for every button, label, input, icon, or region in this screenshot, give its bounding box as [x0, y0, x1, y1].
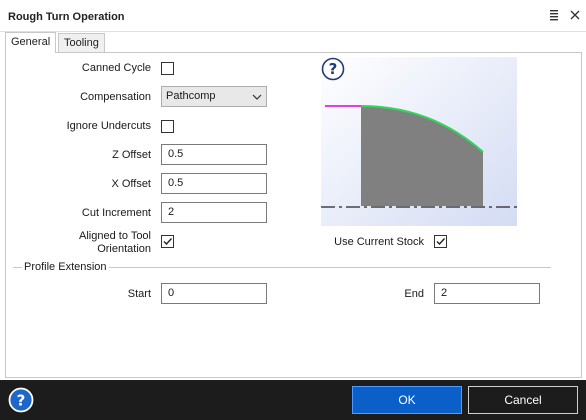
z-offset-input[interactable]: 0.5 [161, 144, 267, 165]
cancel-button[interactable]: Cancel [468, 386, 578, 414]
profile-extension-title: Profile Extension [22, 261, 109, 273]
compensation-select[interactable]: Pathcomp [161, 86, 267, 107]
canned-cycle-checkbox[interactable] [161, 62, 174, 75]
window-title: Rough Turn Operation [8, 11, 125, 23]
ignore-undercuts-label: Ignore Undercuts [66, 120, 151, 132]
z-offset-label: Z Offset [112, 149, 151, 161]
check-icon [436, 238, 446, 246]
svg-text:?: ? [329, 60, 338, 78]
question-icon[interactable]: ? [321, 57, 345, 81]
use-current-stock-label: Use Current Stock [334, 236, 424, 248]
end-input[interactable]: 2 [434, 283, 540, 304]
title-bar: Rough Turn Operation [0, 0, 586, 32]
aligned-to-tool-label-line1: Aligned to Tool [79, 230, 151, 242]
canned-cycle-label: Canned Cycle [81, 62, 151, 74]
ignore-undercuts-checkbox[interactable] [161, 120, 174, 133]
tab-general[interactable]: General [5, 32, 57, 53]
help-icon[interactable]: ? [8, 387, 34, 413]
compensation-value: Pathcomp [166, 90, 216, 102]
start-input[interactable]: 0 [161, 283, 267, 304]
compensation-label: Compensation [80, 91, 151, 103]
svg-text:?: ? [17, 392, 26, 410]
use-current-stock-checkbox[interactable] [434, 235, 447, 248]
end-label: End [404, 288, 424, 300]
x-offset-label: X Offset [111, 178, 151, 190]
aligned-to-tool-checkbox[interactable] [161, 235, 174, 248]
cut-increment-label: Cut Increment [81, 207, 151, 219]
aligned-to-tool-label: Aligned to Tool Orientation [40, 230, 151, 256]
cut-increment-input[interactable]: 2 [161, 202, 267, 223]
x-offset-input[interactable]: 0.5 [161, 173, 267, 194]
tab-tooling[interactable]: Tooling [58, 33, 105, 52]
chevron-down-icon [252, 92, 262, 104]
hamburger-icon[interactable] [545, 6, 563, 24]
dialog-footer: ? OK Cancel [0, 380, 586, 420]
aligned-to-tool-label-line2: Orientation [97, 243, 151, 255]
ok-button[interactable]: OK [352, 386, 462, 414]
check-icon [163, 238, 173, 246]
rough-turn-preview [321, 57, 517, 226]
close-icon[interactable] [566, 6, 584, 24]
start-label: Start [127, 288, 151, 300]
